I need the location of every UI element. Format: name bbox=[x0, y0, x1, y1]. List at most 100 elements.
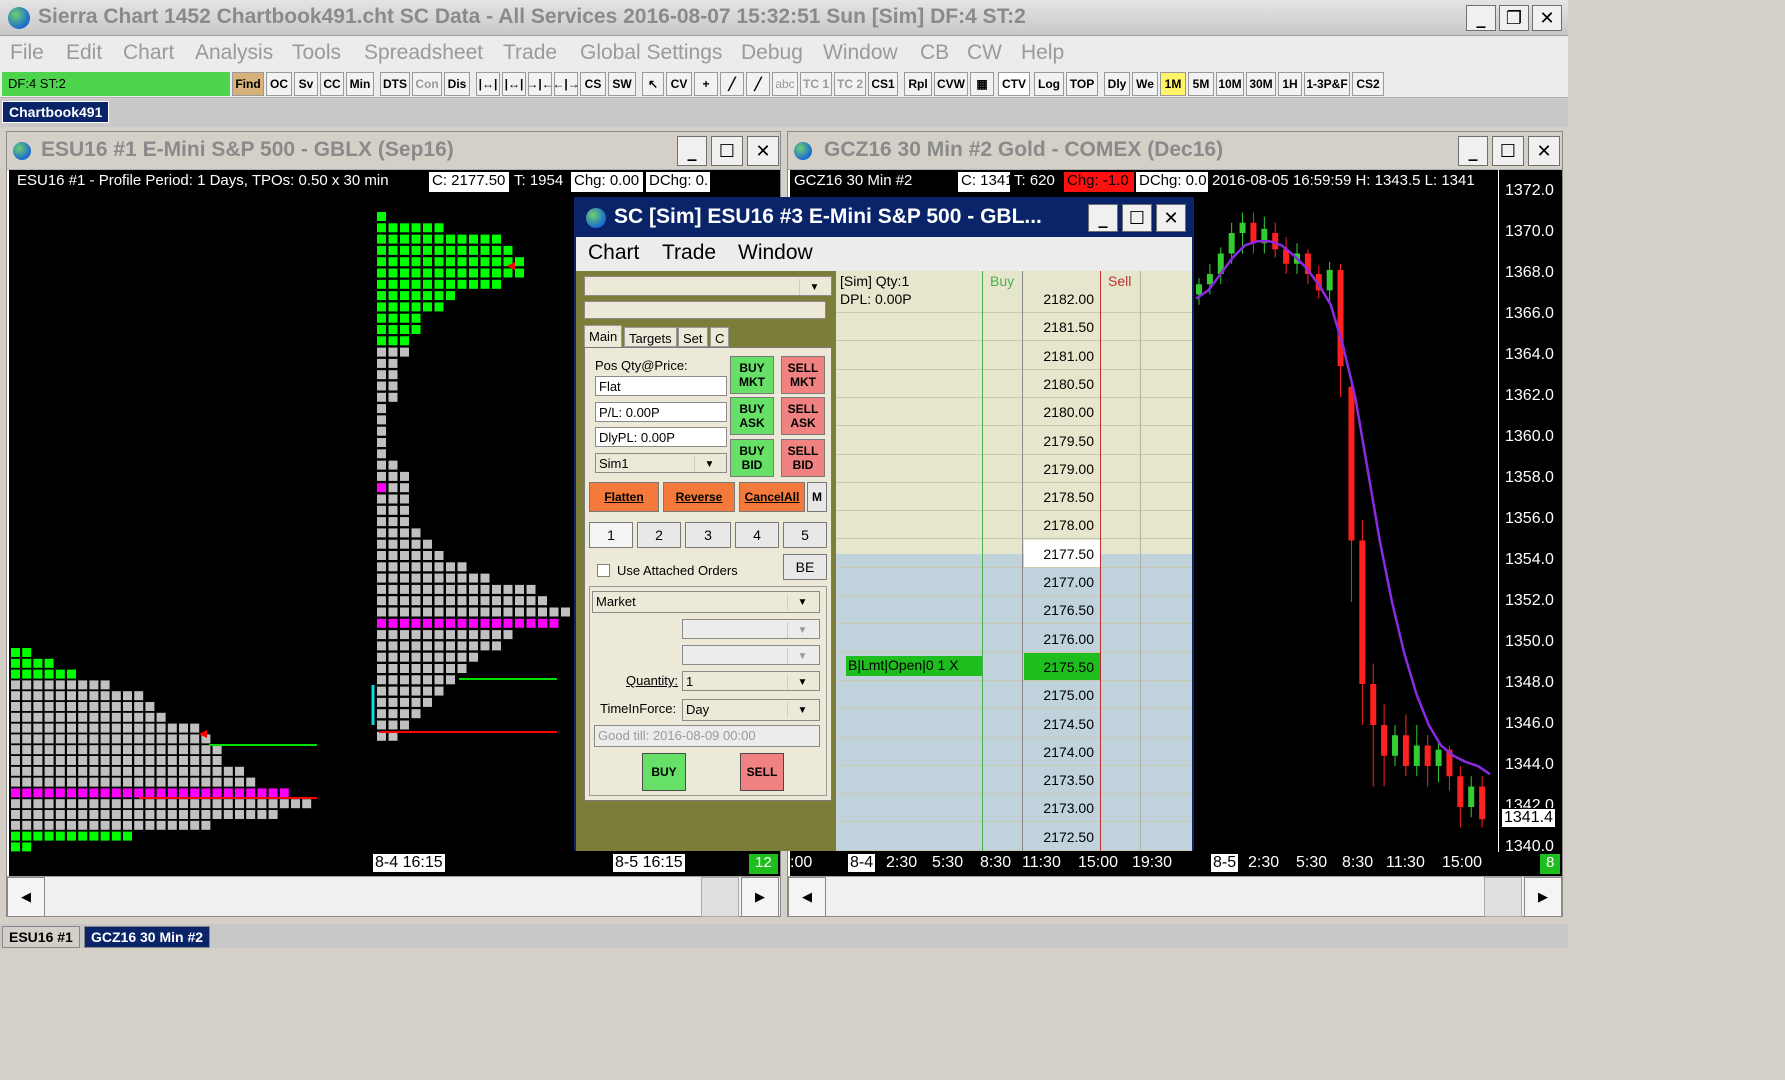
buy-button[interactable]: BUY bbox=[642, 753, 686, 791]
tb-dts[interactable]: DTS bbox=[380, 72, 410, 96]
dom-row[interactable]: 2178.00 bbox=[836, 511, 1192, 540]
flatten-button[interactable]: Flatten bbox=[589, 482, 659, 512]
tb-sw[interactable]: SW bbox=[608, 72, 636, 96]
chart2-scroll-left-icon[interactable]: ◀ bbox=[788, 877, 826, 917]
tb-log[interactable]: Log bbox=[1034, 72, 1064, 96]
sell-mkt-button[interactable]: SELL MKT bbox=[781, 356, 825, 394]
tb-we[interactable]: We bbox=[1132, 72, 1158, 96]
symbol-dropdown[interactable]: ▼ bbox=[584, 276, 832, 296]
tb-tc2[interactable]: TC 2 bbox=[834, 72, 866, 96]
dom-row[interactable]: 2180.50 bbox=[836, 370, 1192, 398]
chart2-minimize-button[interactable]: _ bbox=[1458, 136, 1488, 166]
stop-price-field[interactable]: ▼ bbox=[682, 645, 820, 665]
tb-cvw[interactable]: CVW bbox=[934, 72, 968, 96]
dom-row[interactable]: 2179.50 bbox=[836, 427, 1192, 455]
qty-button-3[interactable]: 3 bbox=[685, 522, 731, 548]
bottom-tab-gcz16[interactable]: GCZ16 30 Min #2 bbox=[84, 926, 211, 948]
dom-row[interactable]: 2177.00 bbox=[836, 568, 1192, 596]
tw-menu-trade[interactable]: Trade bbox=[662, 241, 716, 265]
price-ladder[interactable]: [Sim] Qty:1 DPL: 0.00P Buy Sell 2182.00 2… bbox=[836, 271, 1192, 851]
tw-menu-chart[interactable]: Chart bbox=[588, 241, 639, 265]
m-button[interactable]: M bbox=[807, 482, 827, 512]
tb-cc[interactable]: CC bbox=[320, 72, 344, 96]
tab-c[interactable]: C bbox=[710, 327, 730, 347]
minimize-button[interactable]: _ bbox=[1466, 5, 1496, 31]
tb-bar-spacing2-icon[interactable]: |↔| bbox=[502, 72, 526, 96]
order-type-dropdown[interactable]: Market ▼ bbox=[592, 591, 820, 613]
dom-row[interactable]: 2174.50 bbox=[836, 710, 1192, 738]
menu-chart[interactable]: Chart bbox=[123, 41, 174, 65]
qty-button-4[interactable]: 4 bbox=[735, 522, 779, 548]
chart2-scroll-thumb[interactable] bbox=[1484, 877, 1522, 917]
tb-line-icon[interactable]: ╱ bbox=[720, 72, 744, 96]
menu-analysis[interactable]: Analysis bbox=[195, 41, 273, 65]
tab-main[interactable]: Main bbox=[584, 325, 623, 347]
tb-rpl[interactable]: Rpl bbox=[904, 72, 932, 96]
buy-mkt-button[interactable]: BUY MKT bbox=[730, 356, 774, 394]
dom-row[interactable]: 2179.00 bbox=[836, 455, 1192, 483]
menu-trade[interactable]: Trade bbox=[503, 41, 557, 65]
tb-1h[interactable]: 1H bbox=[1278, 72, 1302, 96]
order-text-field[interactable] bbox=[584, 301, 826, 319]
tb-con[interactable]: Con bbox=[412, 72, 442, 96]
trade-window-minimize-button[interactable]: _ bbox=[1088, 204, 1118, 232]
tw-menu-window[interactable]: Window bbox=[738, 241, 813, 265]
menu-spreadsheet[interactable]: Spreadsheet bbox=[364, 41, 483, 65]
chart1-scroll-thumb[interactable] bbox=[701, 877, 739, 917]
dom-row[interactable]: 2181.00 bbox=[836, 342, 1192, 370]
tb-abc[interactable]: abc bbox=[772, 72, 798, 96]
buy-ask-button[interactable]: BUY ASK bbox=[730, 397, 774, 435]
dom-row[interactable]: 2173.50 bbox=[836, 766, 1192, 795]
menu-cw[interactable]: CW bbox=[967, 41, 1002, 65]
tb-top[interactable]: TOP bbox=[1066, 72, 1098, 96]
tb-pointer-icon[interactable]: ↖ bbox=[642, 72, 664, 96]
limit-price-field[interactable]: ▼ bbox=[682, 619, 820, 639]
quantity-field[interactable]: 1 ▼ bbox=[682, 671, 820, 691]
tb-1-3pf[interactable]: 1-3P&F bbox=[1304, 72, 1350, 96]
use-attached-checkbox[interactable] bbox=[597, 564, 610, 577]
tb-ctv[interactable]: CTV bbox=[998, 72, 1030, 96]
menu-window[interactable]: Window bbox=[823, 41, 898, 65]
chart2-scrollbar[interactable]: ◀ ▶ bbox=[788, 876, 1562, 917]
tb-cv[interactable]: CV bbox=[666, 72, 692, 96]
tb-grid-icon[interactable]: ▦ bbox=[970, 72, 994, 96]
dom-row[interactable]: 2172.50 bbox=[836, 823, 1192, 851]
sell-button[interactable]: SELL bbox=[740, 753, 784, 791]
qty-button-5[interactable]: 5 bbox=[783, 522, 827, 548]
chart2-scroll-right-icon[interactable]: ▶ bbox=[1524, 877, 1562, 917]
dom-row[interactable]: 2181.50 bbox=[836, 313, 1192, 342]
tb-cs1[interactable]: CS1 bbox=[868, 72, 898, 96]
restore-button[interactable]: ❐ bbox=[1499, 5, 1529, 31]
dom-row[interactable]: 2176.50 bbox=[836, 596, 1192, 625]
trade-window-close-button[interactable]: ✕ bbox=[1156, 204, 1186, 232]
chart1-close-button[interactable]: ✕ bbox=[747, 136, 779, 166]
dom-row[interactable]: 2175.00 bbox=[836, 681, 1192, 710]
tb-1m[interactable]: 1M bbox=[1160, 72, 1186, 96]
tb-find[interactable]: Find bbox=[232, 72, 264, 96]
sell-bid-button[interactable]: SELL BID bbox=[781, 439, 825, 477]
chart2-maximize-button[interactable]: ☐ bbox=[1492, 136, 1524, 166]
tab-targets[interactable]: Targets bbox=[624, 327, 677, 347]
menu-cb[interactable]: CB bbox=[920, 41, 949, 65]
qty-button-2[interactable]: 2 bbox=[637, 522, 681, 548]
dom-row[interactable]: 2180.00 bbox=[836, 398, 1192, 427]
chartbook-tab[interactable]: Chartbook491 bbox=[2, 101, 110, 123]
tb-cs2[interactable]: CS2 bbox=[1352, 72, 1384, 96]
tb-dly[interactable]: Dly bbox=[1104, 72, 1130, 96]
menu-debug[interactable]: Debug bbox=[741, 41, 803, 65]
tb-30m[interactable]: 30M bbox=[1246, 72, 1276, 96]
dom-row[interactable]: 2176.00 bbox=[836, 625, 1192, 653]
menu-help[interactable]: Help bbox=[1021, 41, 1064, 65]
tb-tc1[interactable]: TC 1 bbox=[800, 72, 832, 96]
tb-10m[interactable]: 10M bbox=[1216, 72, 1244, 96]
buy-bid-button[interactable]: BUY BID bbox=[730, 439, 774, 477]
menu-file[interactable]: File bbox=[10, 41, 44, 65]
cancel-all-button[interactable]: CancelAll bbox=[739, 482, 805, 512]
tb-narrow-icon[interactable]: →|← bbox=[528, 72, 552, 96]
menu-global-settings[interactable]: Global Settings bbox=[580, 41, 722, 65]
sell-ask-button[interactable]: SELL ASK bbox=[781, 397, 825, 435]
dom-row[interactable]: 2178.50 bbox=[836, 483, 1192, 512]
close-button[interactable]: ✕ bbox=[1532, 5, 1562, 31]
tab-set[interactable]: Set bbox=[678, 327, 708, 347]
menu-tools[interactable]: Tools bbox=[292, 41, 341, 65]
